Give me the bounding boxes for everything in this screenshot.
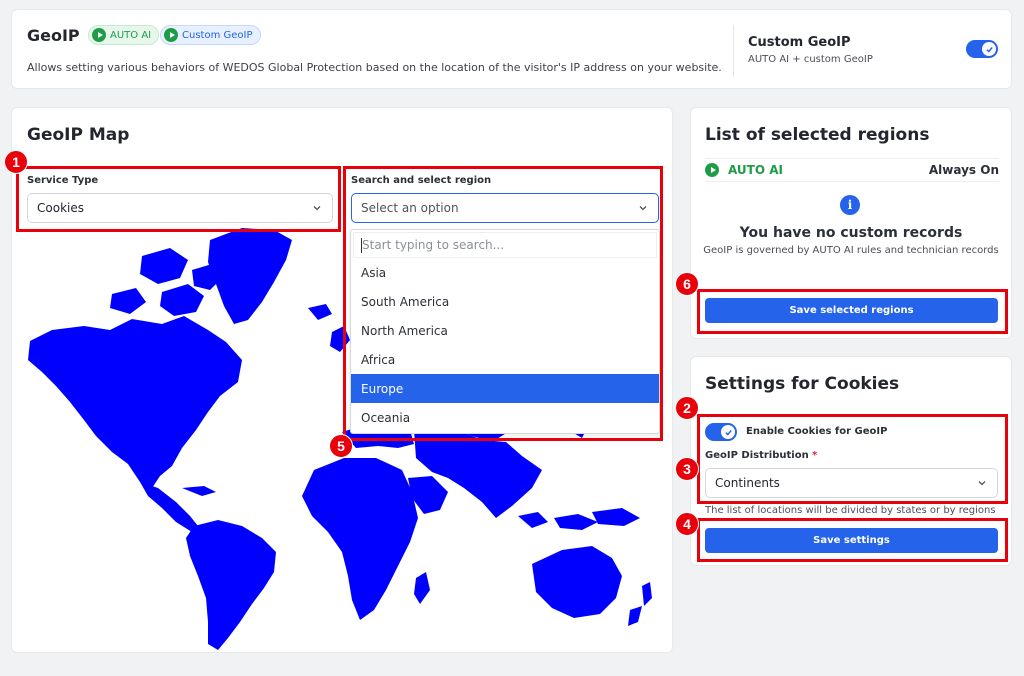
auto-ai-badge: AUTO AI (88, 25, 160, 45)
custom-geoip-title: Custom GeoIP (748, 35, 851, 50)
play-icon (705, 163, 719, 177)
regions-card-title: List of selected regions (705, 125, 930, 145)
custom-geoip-badge: Custom GeoIP (160, 25, 261, 45)
play-icon (92, 28, 106, 42)
annotation-number-5: 5 (329, 434, 353, 458)
page-description: Allows setting various behaviors of WEDO… (27, 61, 722, 74)
annotation-box-1 (16, 166, 341, 232)
settings-card-title: Settings for Cookies (705, 374, 900, 394)
annotation-number-3: 3 (675, 457, 699, 481)
annotation-number-6: 6 (675, 272, 699, 296)
empty-state-subtitle: GeoIP is governed by AUTO AI rules and t… (703, 245, 999, 256)
header-divider (733, 25, 734, 77)
annotation-box-2-3 (697, 414, 1008, 504)
custom-geoip-subtitle: AUTO AI + custom GeoIP (748, 54, 873, 65)
custom-geoip-badge-label: Custom GeoIP (182, 29, 253, 41)
page-title: GeoIP (27, 26, 80, 45)
custom-geoip-toggle[interactable] (966, 40, 998, 58)
annotation-box-5 (343, 166, 663, 441)
annotation-number-2: 2 (675, 396, 699, 420)
annotation-box-4 (697, 518, 1008, 562)
map-card-title: GeoIP Map (27, 125, 130, 145)
annotation-number-1: 1 (4, 150, 28, 174)
header-card: GeoIP AUTO AI Custom GeoIP Allows settin… (11, 9, 1012, 89)
check-icon (982, 42, 996, 56)
auto-ai-badge-label: AUTO AI (110, 29, 152, 41)
distribution-help-text: The list of locations will be divided by… (705, 505, 996, 516)
annotation-number-4: 4 (675, 512, 699, 536)
auto-ai-row: AUTO AI Always On (705, 158, 999, 182)
empty-state-title: You have no custom records (739, 225, 963, 241)
auto-ai-status: Always On (928, 163, 999, 177)
info-icon: i (840, 195, 860, 215)
annotation-box-6 (697, 289, 1008, 334)
auto-ai-row-label: AUTO AI (728, 163, 783, 177)
play-icon (164, 28, 178, 42)
